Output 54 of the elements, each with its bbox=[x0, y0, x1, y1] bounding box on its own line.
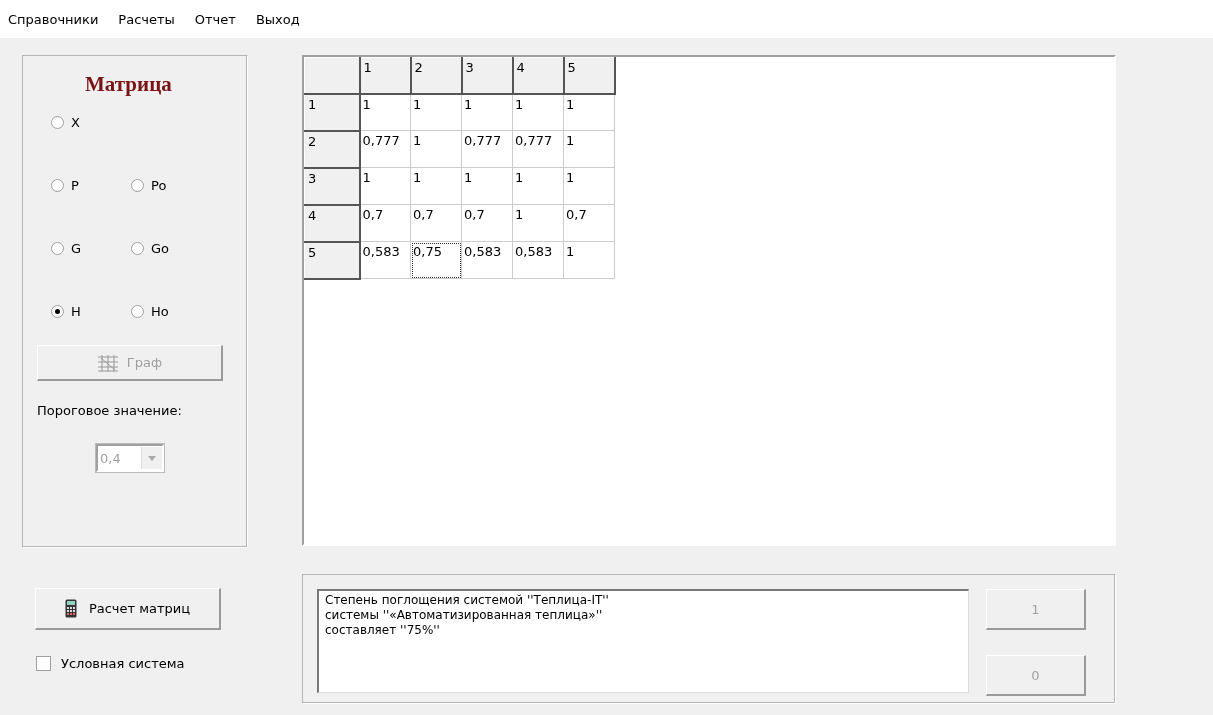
table-cell[interactable]: 1 bbox=[410, 93, 462, 131]
panel-title: Матрица bbox=[85, 72, 172, 97]
table-cell[interactable]: 0,7 bbox=[410, 204, 462, 242]
conditional-system-checkbox[interactable]: Условная система bbox=[36, 656, 248, 671]
table-cell[interactable]: 1 bbox=[512, 167, 564, 205]
dropdown-caret-icon bbox=[148, 455, 156, 461]
menu-item[interactable]: Справочники bbox=[6, 11, 101, 27]
table-cell[interactable]: 0,583 bbox=[512, 241, 564, 279]
table-cell[interactable]: 0,777 bbox=[512, 130, 564, 168]
radio-option[interactable]: Go bbox=[131, 241, 171, 256]
calculate-button[interactable]: Расчет матриц bbox=[35, 588, 221, 630]
row-header: 5 bbox=[304, 241, 360, 279]
table-cell[interactable]: 1 bbox=[563, 167, 615, 205]
result-text-area[interactable]: Степень поглощения системой ''Теплица-IT'' системы ''«Автоматизированная теплица»'' составляет ''75%'' bbox=[317, 589, 969, 693]
row-header: 1 bbox=[304, 93, 360, 131]
table-cell[interactable]: 1 bbox=[461, 93, 513, 131]
column-header: 1 bbox=[359, 57, 411, 94]
table-cell[interactable]: 1 bbox=[512, 204, 564, 242]
table-cell[interactable]: 0,583 bbox=[359, 241, 411, 279]
column-header: 2 bbox=[410, 57, 462, 94]
row-header: 4 bbox=[304, 204, 360, 242]
row-header: 2 bbox=[304, 130, 360, 168]
table-cell[interactable]: 0,7 bbox=[359, 204, 411, 242]
table-cell[interactable]: 1 bbox=[410, 167, 462, 205]
radio-option[interactable]: P bbox=[51, 178, 91, 193]
table-cell[interactable]: 0,7 bbox=[461, 204, 513, 242]
column-header: 3 bbox=[461, 57, 513, 94]
table-cell[interactable]: 0,777 bbox=[461, 130, 513, 168]
menu-item[interactable]: Выход bbox=[253, 11, 302, 27]
table-cell[interactable]: 1 bbox=[512, 93, 564, 131]
threshold-label: Пороговое значение: bbox=[37, 403, 182, 418]
column-header: 4 bbox=[512, 57, 564, 94]
grid-icon bbox=[96, 353, 119, 372]
table-cell[interactable]: 1 bbox=[359, 93, 411, 131]
table-cell[interactable]: 1 bbox=[563, 130, 615, 168]
table-cell[interactable]: 1 bbox=[563, 241, 615, 279]
column-header: 5 bbox=[563, 57, 615, 94]
radio-option[interactable]: H bbox=[51, 304, 91, 319]
menu-item[interactable]: Отчет bbox=[192, 11, 238, 27]
table-cell[interactable]: 1 bbox=[461, 167, 513, 205]
table-cell[interactable]: 1 bbox=[359, 167, 411, 205]
menu-item[interactable]: Расчеты bbox=[116, 11, 177, 27]
table-cell[interactable]: 1 bbox=[563, 93, 615, 131]
table-cell[interactable]: 1 bbox=[410, 130, 462, 168]
table-cell[interactable]: 0,583 bbox=[461, 241, 513, 279]
table-cell[interactable]: 0,7 bbox=[563, 204, 615, 242]
radio-option[interactable]: Po bbox=[131, 178, 171, 193]
table-cell[interactable]: 0,777 bbox=[359, 130, 411, 168]
table-cell[interactable]: 0,75 bbox=[410, 241, 462, 279]
radio-option[interactable]: X bbox=[51, 115, 91, 130]
row-header: 3 bbox=[304, 167, 360, 205]
calculator-icon bbox=[64, 599, 77, 618]
radio-option[interactable]: G bbox=[51, 241, 91, 256]
radio-option[interactable]: Ho bbox=[131, 304, 171, 319]
